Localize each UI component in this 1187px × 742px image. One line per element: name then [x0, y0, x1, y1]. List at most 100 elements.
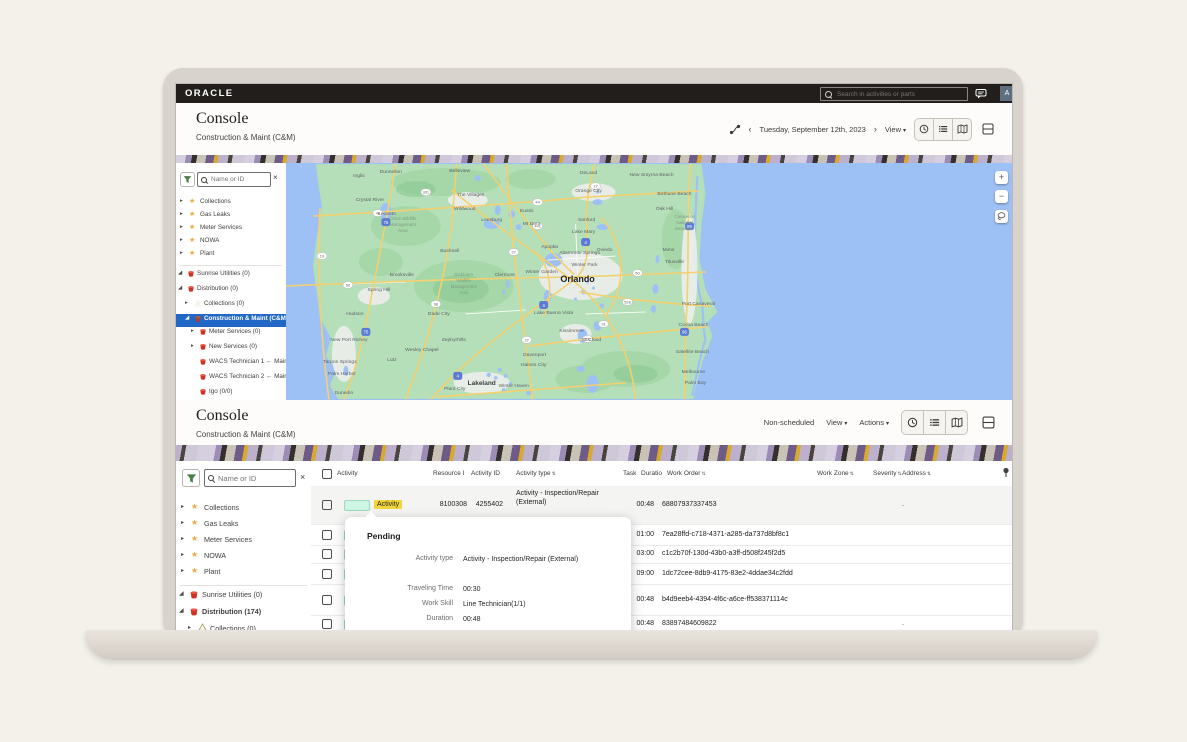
table-row[interactable]: 09:00 1dc72cee-8db9-4175-83e2-4ddae34c2f… — [311, 563, 1012, 585]
view-dropdown[interactable]: View▾ — [826, 418, 847, 427]
tree-item-resource[interactable]: WACS Technician 2 ← Maint — [176, 372, 286, 387]
tree-item-resource[interactable]: ◢Sunrise Utilities (0) — [176, 269, 286, 284]
expand-icon[interactable]: ▸ — [180, 237, 183, 243]
tree-item-favorite[interactable]: ▸★Gas Leaks — [176, 518, 311, 534]
col-address[interactable]: Address⇅ — [902, 470, 931, 477]
col-resource-id[interactable]: Resource I — [433, 470, 464, 477]
map-canvas[interactable]: 75 75 4 4 4 95 95 44 44 27 27 50 50 441 — [286, 163, 1012, 400]
time-view-button[interactable] — [915, 119, 934, 140]
col-duration[interactable]: Duratio — [641, 470, 662, 477]
col-work-zone[interactable]: Work Zone⇅ — [817, 470, 854, 477]
filter-button[interactable] — [182, 469, 200, 487]
split-layout-button[interactable] — [980, 121, 996, 137]
expand-icon[interactable]: ▸ — [181, 535, 184, 542]
row-checkbox[interactable] — [322, 595, 332, 605]
col-work-order[interactable]: Work Order⇅ — [667, 470, 706, 477]
list-view-button[interactable] — [934, 119, 953, 140]
table-row[interactable]: Activity 8100308 4255402 Activity - Insp… — [311, 486, 1012, 525]
tree-item-favorite[interactable]: ▸★NOWA — [176, 236, 286, 249]
route-icon[interactable] — [729, 124, 741, 135]
row-checkbox[interactable] — [322, 619, 332, 629]
tree-item-resource-selected[interactable]: ◢Construction & Maint (C&M) — [176, 314, 286, 327]
tree-item-resource[interactable]: ◢Distribution (0) — [176, 284, 286, 299]
activity-chip[interactable] — [344, 569, 372, 580]
filter-button[interactable] — [180, 172, 195, 187]
close-icon[interactable]: × — [300, 472, 305, 482]
actions-dropdown[interactable]: Actions▾ — [859, 418, 889, 427]
expand-icon[interactable]: ▸ — [185, 300, 188, 306]
tree-item-resource[interactable]: ▸New Services (0) — [176, 342, 286, 357]
list-view-button[interactable] — [924, 411, 946, 434]
time-view-button[interactable] — [902, 411, 924, 434]
row-checkbox[interactable] — [322, 549, 332, 559]
view-dropdown[interactable]: View▾ — [885, 125, 906, 134]
tree-item-favorite[interactable]: ▸★Collections — [176, 502, 311, 518]
expand-icon[interactable]: ▸ — [181, 567, 184, 574]
row-checkbox[interactable] — [322, 500, 332, 510]
non-scheduled-label[interactable]: Non-scheduled — [764, 418, 814, 427]
table-row[interactable]: 00:48 b4d9eeb4-4394-4f6c-a6ce-ff53837111… — [311, 584, 1012, 616]
row-checkbox[interactable] — [322, 569, 332, 579]
col-activity-type[interactable]: Activity type⇅ — [516, 470, 556, 477]
collapse-icon[interactable]: ◢ — [179, 607, 184, 614]
close-icon[interactable]: × — [273, 173, 278, 182]
tree-item-resource[interactable]: ◢Sunrise Utilities (0) — [176, 589, 311, 606]
tree-item-resource[interactable]: WACS Technician 1 ← Maint — [176, 357, 286, 372]
select-all-checkbox[interactable] — [322, 469, 332, 479]
tree-item-favorite[interactable]: ▸★Gas Leaks — [176, 210, 286, 223]
tree-item-resource[interactable]: ▸Meter Services (0) — [176, 327, 286, 342]
tree-item-resource[interactable]: ◢Distribution (174) — [176, 606, 311, 623]
expand-icon[interactable]: ▸ — [181, 503, 184, 510]
tree-item-favorite[interactable]: ▸★Collections — [176, 197, 286, 210]
collapse-icon[interactable]: ◢ — [178, 270, 182, 276]
tree-item-favorite[interactable]: ▸★NOWA — [176, 550, 311, 566]
collapse-icon[interactable]: ◢ — [185, 315, 189, 321]
tree-item-favorite[interactable]: ▸★Plant — [176, 249, 286, 262]
zoom-in-button[interactable]: + — [995, 171, 1008, 184]
activity-chip[interactable] — [344, 619, 372, 630]
tree-item-favorite[interactable]: ▸★Meter Services — [176, 223, 286, 236]
row-checkbox[interactable] — [322, 530, 332, 540]
collapse-icon[interactable]: ◢ — [178, 285, 182, 291]
tree-item-favorite[interactable]: ▸★Plant — [176, 566, 311, 582]
col-task[interactable]: Task — [623, 470, 636, 477]
activity-chip[interactable] — [344, 595, 372, 606]
col-activity[interactable]: Activity — [337, 470, 358, 477]
user-avatar[interactable]: A — [1000, 86, 1012, 101]
tree-search-input-1[interactable] — [209, 175, 263, 184]
activity-chip[interactable] — [344, 500, 370, 511]
date-prev-button[interactable]: ‹ — [749, 124, 752, 134]
global-search-input[interactable] — [835, 90, 959, 99]
tree-search-input-2[interactable] — [216, 473, 283, 484]
expand-icon[interactable]: ▸ — [180, 198, 183, 204]
tree-item-resource[interactable]: Igo (0/0) — [176, 387, 286, 400]
activity-highlight-label[interactable]: Activity — [374, 500, 402, 509]
col-severity[interactable]: Severity⇅ — [873, 470, 902, 477]
lasso-tool-button[interactable] — [995, 210, 1008, 223]
date-next-button[interactable]: › — [874, 124, 877, 134]
pin-icon[interactable] — [1001, 467, 1011, 478]
table-row[interactable]: 01:00 7ea28ffd-c718-4371-a285-da737d8bf8… — [311, 524, 1012, 546]
map-view-button[interactable] — [953, 119, 971, 140]
activity-chip[interactable] — [344, 530, 372, 541]
expand-icon[interactable]: ▸ — [191, 343, 194, 349]
tree-search-2[interactable] — [204, 469, 296, 487]
messages-icon[interactable] — [975, 88, 987, 100]
col-activity-id[interactable]: Activity ID — [471, 470, 500, 477]
tree-item-favorite[interactable]: ▸★Meter Services — [176, 534, 311, 550]
expand-icon[interactable]: ▸ — [180, 250, 183, 256]
split-layout-button[interactable] — [980, 415, 996, 431]
expand-icon[interactable]: ▸ — [180, 211, 183, 217]
tree-search-1[interactable] — [197, 172, 271, 187]
activity-chip[interactable] — [344, 549, 372, 560]
table-row[interactable]: 03:00 c1c2b70f-130d-43b0-a3ff-d508f245f2… — [311, 545, 1012, 564]
expand-icon[interactable]: ▸ — [191, 328, 194, 334]
expand-icon[interactable]: ▸ — [181, 519, 184, 526]
tree-item-resource[interactable]: ▸Collections (0) — [176, 299, 286, 314]
collapse-icon[interactable]: ◢ — [179, 590, 184, 597]
expand-icon[interactable]: ▸ — [181, 551, 184, 558]
date-label[interactable]: Tuesday, September 12th, 2023 — [760, 125, 866, 134]
expand-icon[interactable]: ▸ — [180, 224, 183, 230]
global-search[interactable] — [820, 87, 968, 101]
zoom-out-button[interactable]: − — [995, 190, 1008, 203]
